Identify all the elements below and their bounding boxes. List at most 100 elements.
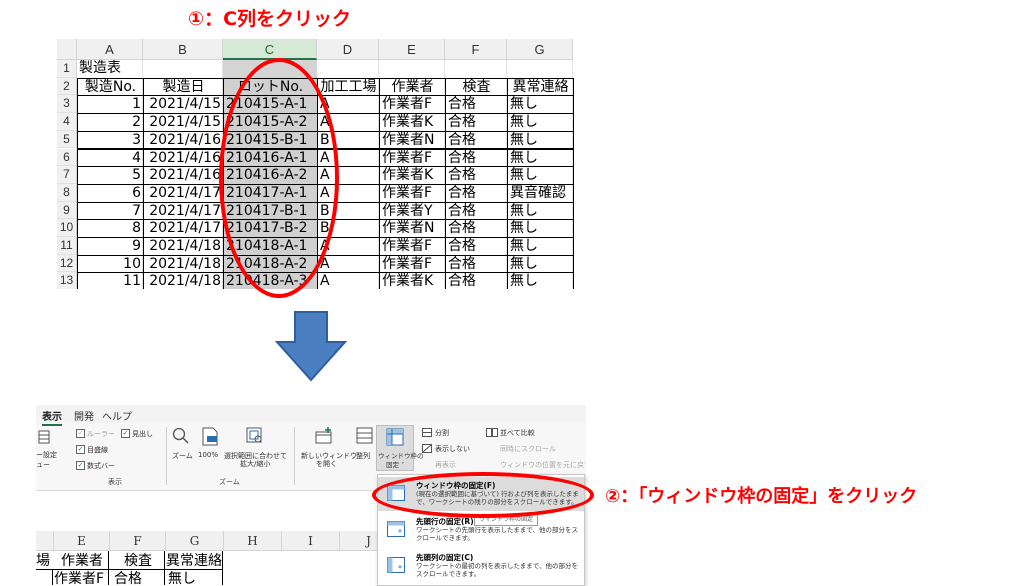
data-cell[interactable]: 作業者F (379, 148, 446, 168)
data-cell[interactable]: 2021/4/15 (143, 113, 224, 132)
data-cell[interactable]: 合格 (445, 148, 508, 168)
data-cell[interactable]: 2021/4/17 (143, 219, 224, 238)
header-cell-inspection[interactable]: 検査 (110, 553, 166, 570)
data-cell[interactable]: 4 (77, 148, 144, 168)
data-cell[interactable]: A (317, 254, 380, 274)
data-cell[interactable]: 無し (507, 166, 574, 185)
header-cell[interactable]: 製造No. (77, 77, 144, 97)
column-header-c[interactable]: C (223, 39, 317, 60)
zoom-100-button[interactable]: 100% (198, 451, 218, 459)
data-cell[interactable]: 2021/4/16 (143, 148, 224, 168)
headings-checkbox[interactable]: ✓ (121, 429, 130, 438)
unhide-button[interactable]: 再表示 (435, 460, 456, 470)
data-cell[interactable]: 5 (77, 166, 144, 185)
data-cell-anomaly[interactable]: 無し (168, 571, 196, 585)
row-header[interactable]: 3 (57, 95, 77, 114)
row-header[interactable]: 4 (57, 113, 77, 131)
row-header[interactable]: 10 (57, 219, 77, 237)
data-cell[interactable]: 7 (77, 201, 144, 221)
row-header[interactable]: 9 (57, 201, 77, 220)
header-cell[interactable]: 異常連絡 (507, 77, 574, 97)
data-cell[interactable]: 2021/4/17 (143, 201, 224, 221)
data-cell[interactable]: 2021/4/18 (143, 237, 224, 256)
column-header-partial[interactable] (36, 531, 54, 551)
reset-position-button[interactable]: ウィンドウの位置を元に戻す (500, 460, 586, 470)
data-cell[interactable]: 合格 (445, 95, 508, 115)
data-cell-inspection[interactable]: 合格 (114, 571, 142, 585)
row-header[interactable]: 12 (57, 254, 77, 273)
data-cell[interactable]: 合格 (445, 254, 508, 274)
data-cell[interactable]: 無し (507, 201, 574, 221)
column-header-b[interactable]: B (143, 39, 223, 60)
data-cell[interactable]: A (317, 272, 380, 289)
row-header[interactable]: 6 (57, 148, 77, 167)
data-cell[interactable]: 無し (507, 148, 574, 168)
data-cell[interactable]: 作業者F (379, 237, 446, 256)
data-cell[interactable]: 作業者K (379, 113, 446, 132)
tab-developer[interactable]: 開発 (74, 408, 94, 423)
zoom-magnifier-icon[interactable] (172, 427, 190, 445)
column-header-a[interactable]: A (77, 39, 143, 60)
data-cell[interactable]: 合格 (445, 166, 508, 185)
column-header-d[interactable]: D (317, 39, 379, 60)
header-cell[interactable]: 作業者 (379, 77, 446, 97)
column-header-f[interactable]: F (445, 39, 507, 60)
data-cell[interactable]: 9 (77, 237, 144, 256)
data-cell[interactable]: 2021/4/16 (143, 130, 224, 150)
row-header[interactable]: 8 (57, 183, 77, 202)
data-cell[interactable]: 作業者N (379, 219, 446, 238)
data-cell[interactable]: 8 (77, 219, 144, 238)
header-cell[interactable]: 製造日 (143, 77, 224, 97)
data-cell[interactable]: 無し (507, 237, 574, 256)
split-button[interactable]: 分割 (435, 428, 449, 438)
data-cell[interactable]: 無し (507, 219, 574, 238)
row-header[interactable]: 5 (57, 130, 77, 149)
column-header-j[interactable]: J (340, 531, 378, 551)
zoom-100-icon[interactable] (202, 427, 218, 446)
freeze-panes-button[interactable]: ウィンドウ枠の 固定 ˅ (376, 425, 424, 471)
column-header-e[interactable]: E (54, 531, 110, 551)
column-header-h[interactable]: H (224, 531, 282, 551)
sync-scroll-button[interactable]: 同時にスクロール (500, 444, 556, 454)
side-by-side-button[interactable]: 並べて比較 (500, 428, 535, 438)
column-header-e[interactable]: E (379, 39, 445, 60)
gridlines-checkbox[interactable]: ✓ (76, 445, 85, 454)
data-cell[interactable]: 10 (77, 254, 144, 274)
data-cell[interactable]: 作業者F (379, 183, 446, 203)
data-cell[interactable]: 合格 (445, 219, 508, 238)
data-cell[interactable]: 異音確認 (507, 183, 574, 203)
row-header[interactable]: 13 (57, 272, 77, 289)
data-cell[interactable]: 合格 (445, 130, 508, 150)
title-cell[interactable]: 製造表 (77, 60, 157, 78)
select-all-corner[interactable] (57, 39, 77, 60)
data-cell[interactable]: 無し (507, 113, 574, 132)
menu-item-freeze-first-column[interactable]: * 先頭列の固定(C) ワークシートの最初の列を表示したままで、他の部分をスクロ… (378, 549, 584, 583)
data-cell[interactable]: 2021/4/15 (143, 95, 224, 115)
custom-view-label[interactable]: ー設定 (36, 450, 57, 460)
column-header-g[interactable]: G (507, 39, 573, 60)
column-header-i[interactable]: I (282, 531, 340, 551)
data-cell[interactable]: 2 (77, 113, 144, 132)
data-cell[interactable]: 11 (77, 272, 144, 289)
header-cell-worker[interactable]: 作業者 (54, 553, 110, 570)
row-header[interactable]: 2 (57, 77, 77, 96)
data-cell[interactable]: 合格 (445, 201, 508, 221)
row-header[interactable]: 1 (57, 60, 77, 78)
data-cell[interactable]: 作業者N (379, 130, 446, 150)
zoom-to-selection-icon[interactable] (246, 427, 264, 445)
data-cell[interactable]: 合格 (445, 183, 508, 203)
data-cell[interactable]: 無し (507, 95, 574, 115)
data-cell[interactable]: 合格 (445, 237, 508, 256)
formula-bar-checkbox[interactable]: ✓ (76, 461, 85, 470)
data-cell[interactable]: 無し (507, 272, 574, 289)
data-cell[interactable]: 作業者F (379, 95, 446, 115)
ruler-checkbox[interactable]: ✓ (76, 429, 85, 438)
row-header[interactable]: 11 (57, 237, 77, 255)
column-header-g[interactable]: G (166, 531, 224, 551)
data-cell[interactable]: 無し (507, 254, 574, 274)
data-cell[interactable]: 2021/4/16 (143, 166, 224, 185)
header-cell[interactable]: 検査 (445, 77, 508, 97)
data-cell[interactable]: 2021/4/18 (143, 272, 224, 289)
arrange-all-icon[interactable] (356, 427, 374, 445)
data-cell[interactable]: 2021/4/17 (143, 183, 224, 203)
